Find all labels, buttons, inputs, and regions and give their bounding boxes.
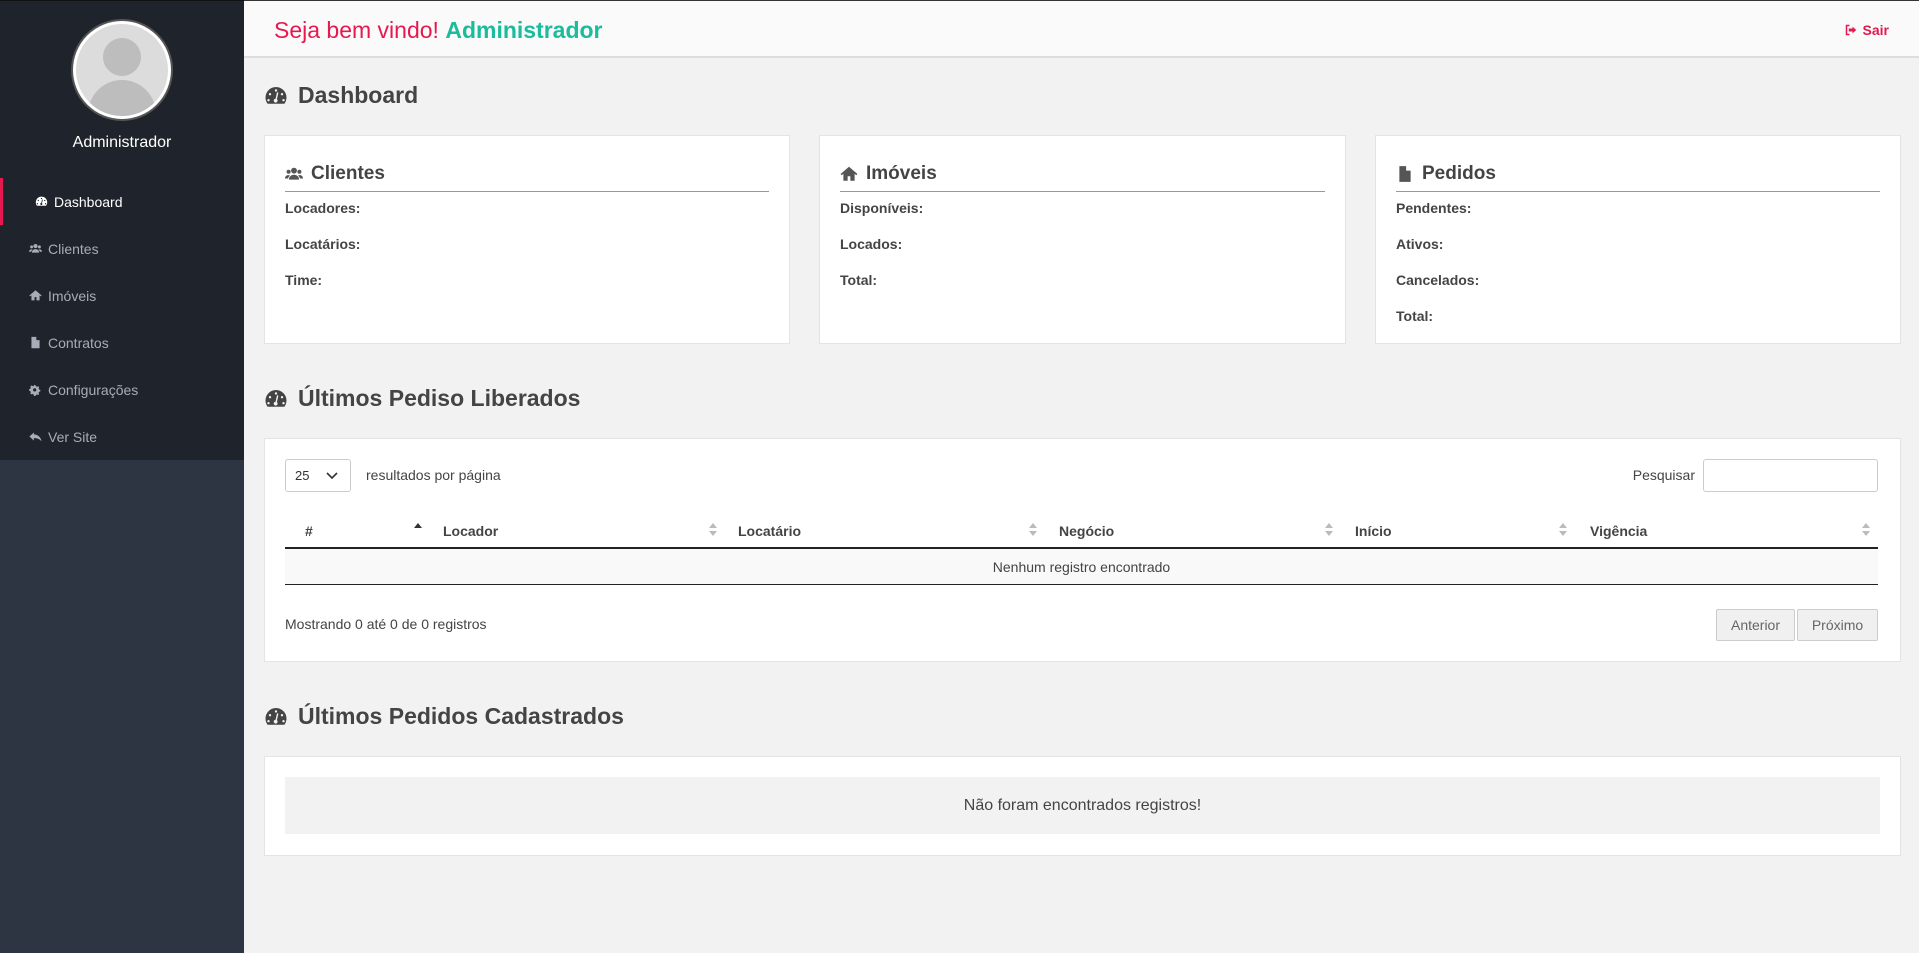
stat-label: Total:	[840, 272, 878, 288]
page-size-value: 25	[295, 468, 310, 483]
sidebar-item-label: Configurações	[48, 381, 139, 398]
reply-icon	[29, 430, 42, 443]
section-title-text: Últimos Pediso Liberados	[298, 385, 581, 411]
dashboard-icon	[265, 389, 287, 407]
released-table-card: 25 resultados por página Pesquisar # Loc…	[264, 438, 1901, 662]
sidebar-user-name: Administrador	[72, 134, 172, 151]
gears-icon	[29, 383, 42, 396]
sidebar-item-label: Ver Site	[48, 428, 98, 445]
card-pedidos: Pedidos Pendentes: Ativos: Cancelados: T…	[1375, 135, 1901, 344]
table-empty-row: Nenhum registro encontrado	[285, 549, 1878, 585]
sidebar-item-clientes[interactable]: Clientes	[0, 225, 244, 272]
column-header-negocio[interactable]: Negócio	[1059, 523, 1114, 539]
file-icon	[1399, 165, 1411, 182]
card-title: Pedidos	[1396, 156, 1880, 192]
registered-card: Não foram encontrados registros!	[264, 756, 1901, 856]
sort-icon[interactable]	[709, 523, 717, 537]
search-label: Pesquisar	[1632, 467, 1695, 483]
sort-icon[interactable]	[1325, 523, 1333, 537]
dashboard-icon	[265, 707, 287, 725]
top-header: Seja bem vindo! Administrador Sair	[244, 0, 1919, 58]
sidebar-nav: Dashboard Clientes Imóveis Contratos Con…	[0, 178, 244, 460]
welcome-text: Seja bem vindo!	[274, 17, 439, 43]
sidebar-item-contratos[interactable]: Contratos	[0, 319, 244, 366]
sidebar-item-label: Dashboard	[54, 193, 123, 210]
sort-asc-icon[interactable]	[414, 523, 422, 537]
column-header-locatario[interactable]: Locatário	[738, 523, 801, 539]
file-icon	[29, 336, 42, 349]
table-info: Mostrando 0 até 0 de 0 registros	[285, 616, 487, 632]
column-header-inicio[interactable]: Início	[1355, 523, 1392, 539]
users-icon	[285, 167, 303, 180]
released-section-title: Últimos Pediso Liberados	[264, 385, 580, 412]
sidebar: Administrador Dashboard Clientes Imóveis…	[0, 0, 244, 953]
logout-label: Sair	[1862, 22, 1889, 38]
dashboard-icon	[265, 86, 287, 104]
sign-out-icon	[1845, 24, 1856, 36]
search-input[interactable]	[1703, 459, 1878, 492]
stat-label: Ativos:	[1396, 236, 1444, 252]
welcome-user: Administrador	[445, 17, 603, 43]
registered-section-title: Últimos Pedidos Cadastrados	[264, 703, 624, 730]
card-title-text: Clientes	[311, 162, 385, 184]
sidebar-item-ver-site[interactable]: Ver Site	[0, 413, 244, 460]
sidebar-item-label: Clientes	[48, 240, 99, 257]
stat-label: Cancelados:	[1396, 272, 1480, 288]
previous-page-button[interactable]: Anterior	[1716, 609, 1795, 641]
column-header-vigencia[interactable]: Vigência	[1590, 523, 1647, 539]
sort-icon[interactable]	[1029, 523, 1037, 537]
stat-label: Pendentes:	[1396, 200, 1472, 216]
column-header-locador[interactable]: Locador	[443, 523, 498, 539]
users-icon	[29, 242, 42, 255]
no-records-message: Não foram encontrados registros!	[285, 777, 1880, 834]
page-size-select[interactable]: 25	[285, 459, 351, 492]
card-title-text: Pedidos	[1422, 162, 1496, 184]
next-page-button[interactable]: Próximo	[1797, 609, 1878, 641]
page-title-text: Dashboard	[298, 82, 419, 108]
card-imoveis: Imóveis Disponíveis: Locados: Total:	[819, 135, 1346, 344]
section-title-text: Últimos Pedidos Cadastrados	[298, 703, 624, 729]
sidebar-item-imoveis[interactable]: Imóveis	[0, 272, 244, 319]
stat-label: Locados:	[840, 236, 903, 252]
logout-button[interactable]: Sair	[1845, 22, 1889, 38]
stat-label: Locatários:	[285, 236, 361, 252]
sidebar-item-dashboard[interactable]: Dashboard	[0, 178, 244, 225]
card-title: Clientes	[285, 156, 769, 192]
home-icon	[29, 289, 42, 302]
sidebar-item-label: Contratos	[48, 334, 109, 351]
welcome-message: Seja bem vindo! Administrador	[274, 17, 603, 44]
dashboard-icon	[35, 195, 48, 208]
card-title-text: Imóveis	[866, 162, 937, 184]
chevron-down-icon	[326, 472, 338, 480]
sort-icon[interactable]	[1559, 523, 1567, 537]
card-clientes: Clientes Locadores: Locatários: Time:	[264, 135, 790, 344]
column-header-id[interactable]: #	[305, 523, 313, 539]
sidebar-item-configuracoes[interactable]: Configurações	[0, 366, 244, 413]
page-size-label: resultados por página	[366, 467, 501, 483]
table-header: # Locador Locatário Negócio Início Vigên…	[285, 513, 1878, 549]
home-icon	[840, 166, 858, 181]
sidebar-item-label: Imóveis	[48, 287, 97, 304]
stat-label: Disponíveis:	[840, 200, 924, 216]
stat-label: Time:	[285, 272, 323, 288]
card-title: Imóveis	[840, 156, 1325, 192]
sort-icon[interactable]	[1862, 523, 1870, 537]
page-title: Dashboard	[264, 82, 418, 109]
stat-label: Locadores:	[285, 200, 361, 216]
avatar	[73, 21, 171, 119]
stat-label: Total:	[1396, 308, 1434, 324]
